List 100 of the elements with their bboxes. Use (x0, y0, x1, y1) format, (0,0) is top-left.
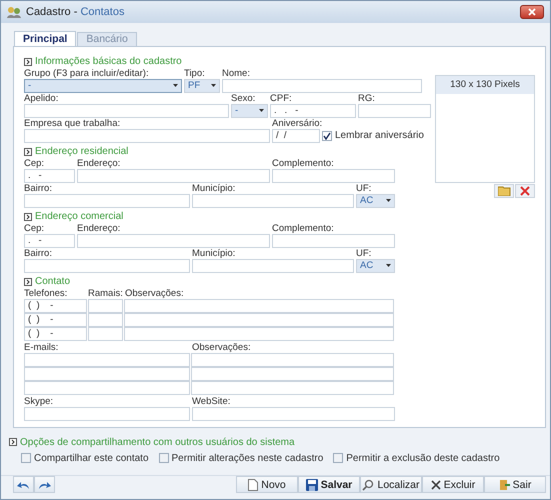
notes-field[interactable] (124, 312, 394, 327)
notes-field[interactable] (191, 366, 394, 381)
x-icon (520, 186, 530, 196)
undo-button[interactable] (13, 476, 34, 493)
field-label: Endereço: (77, 158, 122, 169)
document-icon (248, 478, 258, 490)
field-label: Cep: (24, 222, 46, 234)
field-label: Empresa que trabalha: (24, 118, 122, 129)
checkbox-label[interactable]: Permitir a exclusão deste cadastro (333, 451, 500, 465)
text-field[interactable] (77, 234, 270, 248)
remove-photo-button[interactable] (515, 184, 535, 198)
text-field[interactable]: . . - (270, 104, 356, 118)
column-label: E-mails: (24, 342, 60, 353)
text-field[interactable] (192, 194, 354, 208)
notes-field[interactable] (191, 380, 394, 395)
column-label: Telefones: (24, 288, 68, 299)
extension-field[interactable] (88, 326, 123, 341)
caret-icon (259, 109, 264, 112)
email-field[interactable] (24, 366, 190, 381)
save-button[interactable]: Salvar (298, 476, 360, 493)
field-label: Município: (192, 248, 236, 259)
text-field[interactable] (272, 168, 395, 183)
field-label: Complemento: (272, 222, 335, 234)
text-field[interactable]: . - (24, 234, 75, 248)
field-label: WebSite: (192, 396, 232, 407)
redo-button[interactable] (34, 476, 55, 493)
text-field[interactable] (358, 104, 431, 118)
x-icon (430, 480, 441, 490)
checkbox[interactable] (21, 453, 31, 463)
dropdown[interactable]: - (24, 78, 182, 93)
new-button[interactable]: Novo (236, 476, 298, 493)
column-label: Ramais: (88, 288, 123, 299)
folder-icon (498, 186, 510, 196)
undo-icon (17, 480, 30, 490)
expand-icon[interactable] (24, 58, 32, 66)
notes-field[interactable] (124, 298, 394, 313)
dropdown[interactable]: - (231, 104, 268, 118)
dropdown[interactable]: AC (356, 258, 395, 273)
redo-icon (38, 480, 51, 490)
text-field[interactable] (24, 406, 190, 421)
expand-icon[interactable] (9, 438, 17, 446)
field-label: Aniversário: (272, 118, 320, 129)
exit-button[interactable]: Sair (484, 476, 546, 493)
window-title: Cadastro - Contatos (26, 6, 126, 18)
field-label: Apelido: (24, 92, 60, 104)
text-field[interactable] (77, 168, 270, 183)
text-field[interactable] (272, 234, 395, 248)
extension-field[interactable] (88, 312, 123, 327)
text-field[interactable]: / / (272, 128, 320, 143)
expand-icon[interactable] (24, 148, 32, 156)
checkbox-label[interactable]: Lembrar aniversário (322, 128, 424, 143)
text-field[interactable] (24, 194, 190, 208)
extension-field[interactable] (88, 298, 123, 313)
expand-icon[interactable] (24, 278, 32, 286)
text-field[interactable] (24, 258, 190, 273)
open-folder-button[interactable] (494, 184, 514, 198)
photo-caption: 130 x 130 Pixels (436, 76, 534, 94)
phone-field[interactable]: ( ) - (24, 298, 87, 313)
expand-icon[interactable] (24, 212, 32, 221)
dropdown[interactable]: PF (184, 78, 220, 93)
field-label: Bairro: (24, 248, 53, 259)
field-label: UF: (356, 182, 372, 194)
field-label: Grupo (F3 para incluir/editar): (24, 68, 150, 79)
field-label: Skype: (24, 396, 54, 407)
tab[interactable]: Principal (14, 30, 76, 46)
text-field[interactable] (192, 406, 395, 421)
checkbox[interactable] (322, 130, 332, 141)
caret-icon (211, 84, 216, 88)
close-button[interactable] (520, 4, 544, 19)
find-button[interactable]: Localizar (360, 476, 422, 493)
text-field[interactable] (24, 104, 229, 118)
check-icon (323, 132, 331, 140)
field-label: Cep: (24, 158, 46, 169)
people-icon (7, 6, 21, 18)
email-field[interactable] (24, 380, 190, 395)
checkbox-label[interactable]: Permitir alterações neste cadastro (158, 451, 324, 465)
field-label: Bairro: (24, 182, 53, 194)
field-label: Endereço: (77, 222, 122, 234)
field-label: Sexo: (231, 92, 256, 104)
notes-field[interactable] (124, 326, 394, 341)
text-field[interactable] (192, 258, 354, 273)
phone-field[interactable]: ( ) - (24, 312, 87, 327)
section-heading: Opções de compartilhamento com outros usuários do sistema (20, 436, 295, 448)
column-label: Observações: (125, 288, 185, 299)
checkbox-label[interactable]: Compartilhar este contato (21, 451, 149, 465)
section-heading: Informações básicas do cadastro (35, 56, 182, 68)
checkbox[interactable] (158, 453, 169, 463)
text-field[interactable]: . - (24, 168, 75, 183)
delete-button[interactable]: Excluir (422, 476, 484, 493)
field-label: Tipo: (184, 68, 206, 79)
notes-field[interactable] (191, 352, 394, 367)
section-heading: Contato (35, 276, 70, 288)
field-label: UF: (356, 248, 372, 259)
phone-field[interactable]: ( ) - (24, 326, 87, 341)
dropdown[interactable]: AC (356, 194, 395, 208)
checkbox[interactable] (333, 453, 344, 463)
email-field[interactable] (24, 352, 190, 367)
text-field[interactable] (24, 128, 270, 143)
close-icon (528, 8, 536, 16)
text-field[interactable] (222, 78, 422, 93)
